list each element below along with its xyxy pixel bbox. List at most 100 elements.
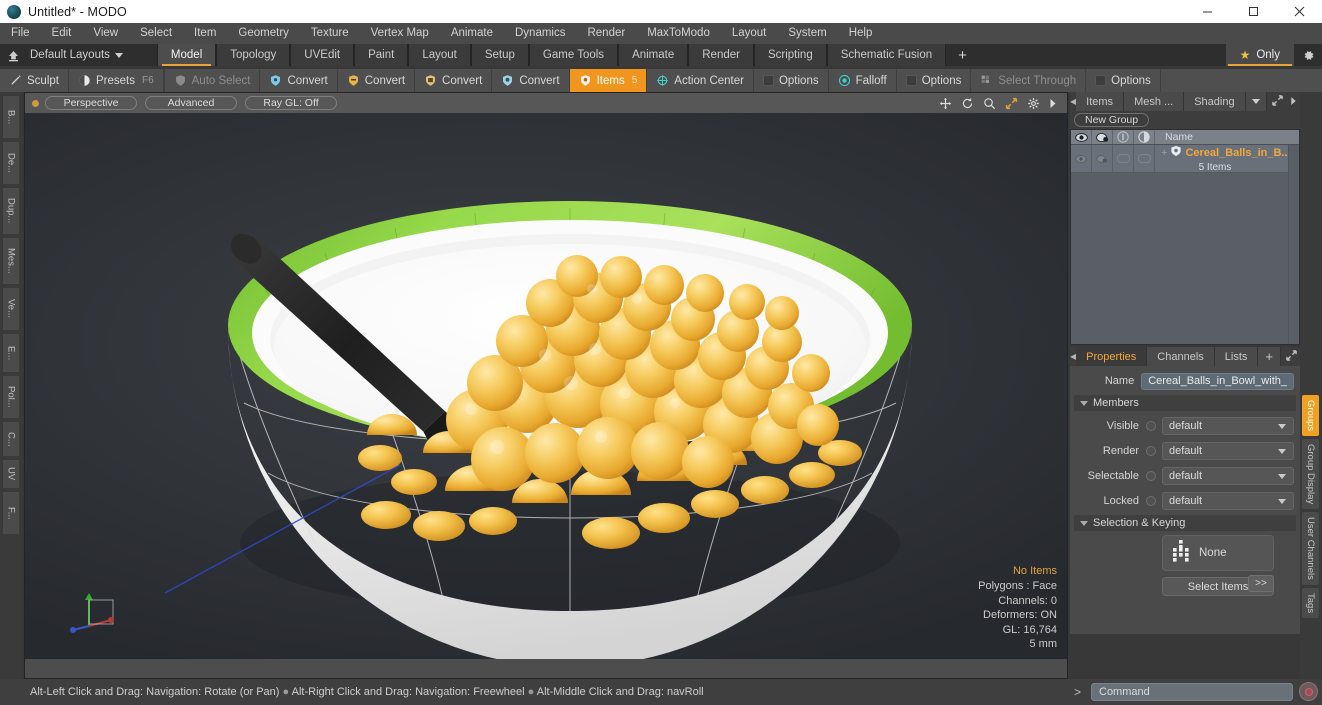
viewport-raygl-dropdown[interactable]: Ray GL: Off: [245, 96, 337, 110]
left-tab-polygon[interactable]: Pol...: [2, 375, 20, 419]
members-section-header[interactable]: Members: [1074, 395, 1296, 411]
more-options-button[interactable]: >>: [1248, 575, 1274, 592]
left-tab-edge[interactable]: E...: [2, 333, 20, 373]
default-layouts-dropdown[interactable]: Default Layouts: [26, 44, 131, 66]
left-tab-duplicate[interactable]: Dup...: [2, 187, 20, 235]
add-properties-tab-button[interactable]: +: [1258, 347, 1281, 366]
row-eye-toggle[interactable]: [1071, 145, 1092, 172]
tab-game-tools[interactable]: Game Tools: [528, 44, 619, 66]
action-center-options-button[interactable]: Options: [754, 69, 829, 92]
render-dropdown[interactable]: default: [1162, 442, 1294, 460]
visible-dropdown[interactable]: default: [1162, 417, 1294, 435]
gear-icon[interactable]: [1027, 97, 1040, 110]
convert-vertex-button[interactable]: Convert: [260, 69, 338, 92]
tab-animate[interactable]: Animate: [618, 44, 689, 66]
menu-texture[interactable]: Texture: [300, 23, 360, 44]
new-group-button[interactable]: New Group: [1074, 113, 1150, 127]
minimize-icon[interactable]: [1184, 0, 1230, 23]
selection-keying-section-header[interactable]: Selection & Keying: [1074, 515, 1296, 531]
rotate-icon[interactable]: [961, 97, 974, 110]
eye-icon[interactable]: [1071, 130, 1092, 144]
panel-tab-overflow-icon[interactable]: [1245, 92, 1267, 111]
menu-vertex-map[interactable]: Vertex Map: [360, 23, 440, 44]
falloff-options-button[interactable]: Options: [897, 69, 972, 92]
viewport-3d[interactable]: Perspective Advanced Ray GL: Off No Item…: [24, 92, 1068, 679]
menu-file[interactable]: File: [0, 23, 41, 44]
left-tab-fusion[interactable]: F...: [2, 491, 20, 535]
move-icon[interactable]: [939, 97, 952, 110]
item-list[interactable]: Name + Cereal_Balls_in_B... 5 Items: [1070, 129, 1300, 345]
tab-uvedit[interactable]: UVEdit: [290, 44, 355, 66]
selectable-toggle-icon[interactable]: [1146, 471, 1156, 481]
menu-system[interactable]: System: [777, 23, 837, 44]
add-tab-button[interactable]: +: [946, 44, 979, 66]
tab-shading[interactable]: Shading: [1184, 92, 1246, 111]
item-row-content[interactable]: + Cereal_Balls_in_B... 5 Items: [1155, 145, 1299, 173]
gear-icon[interactable]: [1294, 44, 1322, 66]
zoom-icon[interactable]: [983, 97, 996, 110]
render-icon[interactable]: [1092, 130, 1113, 144]
checkbox-icon[interactable]: [762, 75, 774, 86]
tab-properties[interactable]: Properties: [1076, 347, 1148, 366]
visible-toggle-icon[interactable]: [1146, 421, 1156, 431]
fit-icon[interactable]: [1005, 97, 1018, 110]
convert-polygon-button[interactable]: Convert: [415, 69, 493, 92]
record-icon[interactable]: [1299, 682, 1318, 701]
command-input[interactable]: Command: [1091, 682, 1293, 701]
tab-channels[interactable]: Channels: [1147, 347, 1215, 366]
expand-icon[interactable]: [1286, 348, 1297, 366]
chevron-right-icon[interactable]: [1049, 98, 1057, 109]
tab-setup[interactable]: Setup: [470, 44, 529, 66]
sculpt-button[interactable]: Sculpt: [0, 69, 69, 92]
tab-model[interactable]: Model: [156, 44, 217, 66]
left-tab-vertex[interactable]: Ve...: [2, 287, 20, 331]
menu-layout[interactable]: Layout: [721, 23, 778, 44]
selection-set-box[interactable]: None: [1162, 535, 1274, 571]
tab-items[interactable]: Items: [1076, 92, 1125, 111]
render-toggle-icon[interactable]: [1146, 446, 1156, 456]
convert-material-button[interactable]: Convert: [492, 69, 570, 92]
selectable-dropdown[interactable]: default: [1162, 467, 1294, 485]
tab-layout[interactable]: Layout: [408, 44, 471, 66]
tab-render[interactable]: Render: [688, 44, 754, 66]
menu-animate[interactable]: Animate: [440, 23, 504, 44]
action-center-button[interactable]: Action Center: [647, 69, 754, 92]
expand-icon[interactable]: [1271, 93, 1283, 111]
item-list-scrollbar[interactable]: [1288, 145, 1299, 344]
menu-view[interactable]: View: [82, 23, 129, 44]
items-mode-button[interactable]: Items 5: [569, 69, 648, 92]
menu-maxtomodo[interactable]: MaxToModo: [636, 23, 721, 44]
falloff-button[interactable]: Falloff: [829, 69, 897, 92]
convert-edge-button[interactable]: Convert: [338, 69, 416, 92]
subtab-groups[interactable]: Groups: [1302, 395, 1319, 437]
left-tab-mesh-edit[interactable]: Mes...: [2, 237, 20, 285]
menu-help[interactable]: Help: [838, 23, 884, 44]
viewport-projection-dropdown[interactable]: Perspective: [45, 96, 137, 110]
presets-button[interactable]: Presets F6: [69, 69, 164, 92]
tab-paint[interactable]: Paint: [354, 44, 409, 66]
left-tab-curve[interactable]: C...: [2, 421, 20, 457]
checkbox-icon[interactable]: [905, 75, 917, 86]
tab-scripting[interactable]: Scripting: [753, 44, 827, 66]
subtab-tags[interactable]: Tags: [1302, 588, 1319, 619]
maximize-icon[interactable]: [1230, 0, 1276, 23]
lock-icon[interactable]: [1113, 130, 1134, 144]
auto-select-button[interactable]: Auto Select: [163, 69, 261, 92]
close-icon[interactable]: [1276, 0, 1322, 23]
viewport-canvas[interactable]: No Items Polygons : Face Channels: 0 Def…: [25, 113, 1067, 660]
menu-select[interactable]: Select: [129, 23, 183, 44]
left-tab-basic[interactable]: B...: [2, 95, 20, 139]
locked-dropdown[interactable]: default: [1162, 492, 1294, 510]
menu-render[interactable]: Render: [576, 23, 636, 44]
only-button[interactable]: ★ Only: [1225, 44, 1294, 66]
shading-icon[interactable]: [1134, 130, 1155, 144]
row-render-toggle[interactable]: [1092, 145, 1113, 172]
tab-mesh-ops[interactable]: Mesh ...: [1124, 92, 1185, 111]
locked-toggle-icon[interactable]: [1146, 496, 1156, 506]
select-through-options-button[interactable]: Options: [1086, 69, 1161, 92]
menu-dynamics[interactable]: Dynamics: [504, 23, 576, 44]
viewport-shading-dropdown[interactable]: Advanced: [145, 96, 237, 110]
name-field[interactable]: Cereal_Balls_in_Bowl_with_: [1141, 372, 1294, 390]
menu-item[interactable]: Item: [183, 23, 227, 44]
tab-lists[interactable]: Lists: [1214, 347, 1259, 366]
